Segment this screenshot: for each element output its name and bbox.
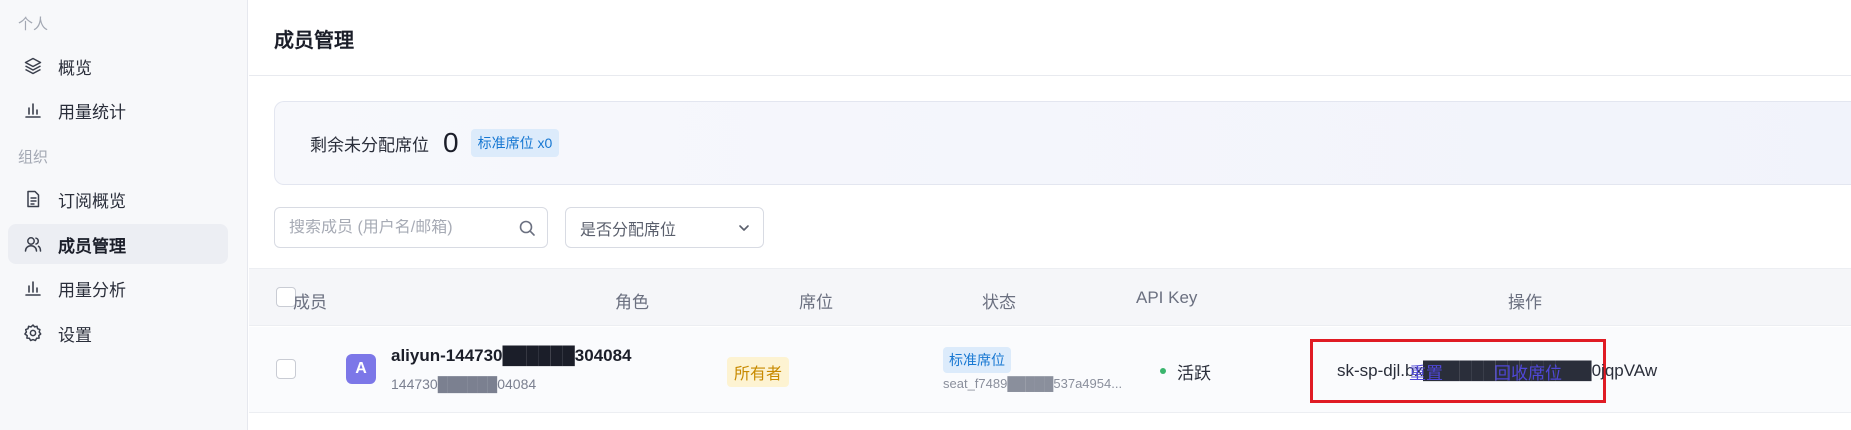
member-name: aliyun-144730██████304084 xyxy=(391,346,632,365)
document-icon xyxy=(22,188,44,210)
header-role: 角色 xyxy=(615,293,649,312)
sidebar-item-overview[interactable]: 概览 xyxy=(8,46,228,86)
sidebar-item-label: 概览 xyxy=(58,58,92,78)
seat-summary-card: 剩余未分配席位 0 标准席位 x0 xyxy=(274,101,1851,185)
reset-button[interactable]: 重置 xyxy=(1409,359,1443,384)
header-member-label: 成员 xyxy=(293,293,327,312)
seat-assignment-filter[interactable]: 是否分配席位 xyxy=(565,207,764,248)
page-title: 成员管理 xyxy=(274,30,354,52)
reclaim-seat-button[interactable]: 回收席位 xyxy=(1494,359,1562,384)
unassigned-seats-count: 0 xyxy=(443,127,459,158)
header-seat: 席位 xyxy=(799,293,833,312)
unassigned-seats-label: 剩余未分配席位 xyxy=(310,135,429,155)
chevron-down-icon xyxy=(737,221,751,235)
sidebar-item-label: 用量分析 xyxy=(58,280,126,300)
table-row: A aliyun-144730██████304084 144730██████… xyxy=(249,327,1851,413)
sidebar-item-members[interactable]: 成员管理 xyxy=(8,224,228,264)
sidebar-item-usage-stats[interactable]: 用量统计 xyxy=(8,90,228,130)
avatar: A xyxy=(346,354,376,384)
sidebar-item-label: 用量统计 xyxy=(58,102,126,122)
sidebar-item-label: 成员管理 xyxy=(58,236,126,256)
seat-type-badge: 标准席位 xyxy=(943,347,1011,373)
filter-value: 是否分配席位 xyxy=(580,221,677,239)
status-dot xyxy=(1160,368,1166,374)
status-text: 活跃 xyxy=(1177,364,1211,383)
sidebar-item-subscription[interactable]: 订阅概览 xyxy=(8,179,228,219)
gear-icon xyxy=(22,322,44,344)
member-id: 144730██████04084 xyxy=(391,376,537,392)
section-label-personal: 个人 xyxy=(18,16,49,33)
bar-chart-icon xyxy=(22,99,44,121)
users-icon xyxy=(22,233,44,255)
main-content: 成员管理 剩余未分配席位 0 标准席位 x0 是否分配席位 成员 角色 席位 状… xyxy=(249,0,1851,430)
sidebar-item-label: 订阅概览 xyxy=(58,191,126,211)
role-badge: 所有者 xyxy=(727,357,790,387)
table-header: 成员 角色 席位 状态 API Key 操作 xyxy=(249,268,1851,326)
search-icon[interactable] xyxy=(518,219,536,237)
bar-chart-icon xyxy=(22,277,44,299)
standard-seat-badge: 标准席位 x0 xyxy=(470,129,560,157)
layers-icon xyxy=(22,55,44,77)
header-api-key: API Key xyxy=(1136,288,1198,307)
sidebar-item-settings[interactable]: 设置 xyxy=(8,313,228,353)
seat-id: seat_f7489█████537a4954... xyxy=(943,376,1123,391)
sidebar-item-usage-analysis[interactable]: 用量分析 xyxy=(8,268,228,308)
search-input[interactable] xyxy=(289,218,509,237)
divider xyxy=(249,75,1851,76)
header-status: 状态 xyxy=(982,293,1016,312)
sidebar: 个人 概览 用量统计 组织 订阅概览 成员管理 用量分析 设置 xyxy=(0,0,248,430)
header-actions: 操作 xyxy=(1508,293,1542,312)
sidebar-item-label: 设置 xyxy=(58,325,92,345)
row-checkbox[interactable] xyxy=(276,359,296,379)
section-label-organization: 组织 xyxy=(18,149,49,166)
search-box[interactable] xyxy=(274,207,548,248)
